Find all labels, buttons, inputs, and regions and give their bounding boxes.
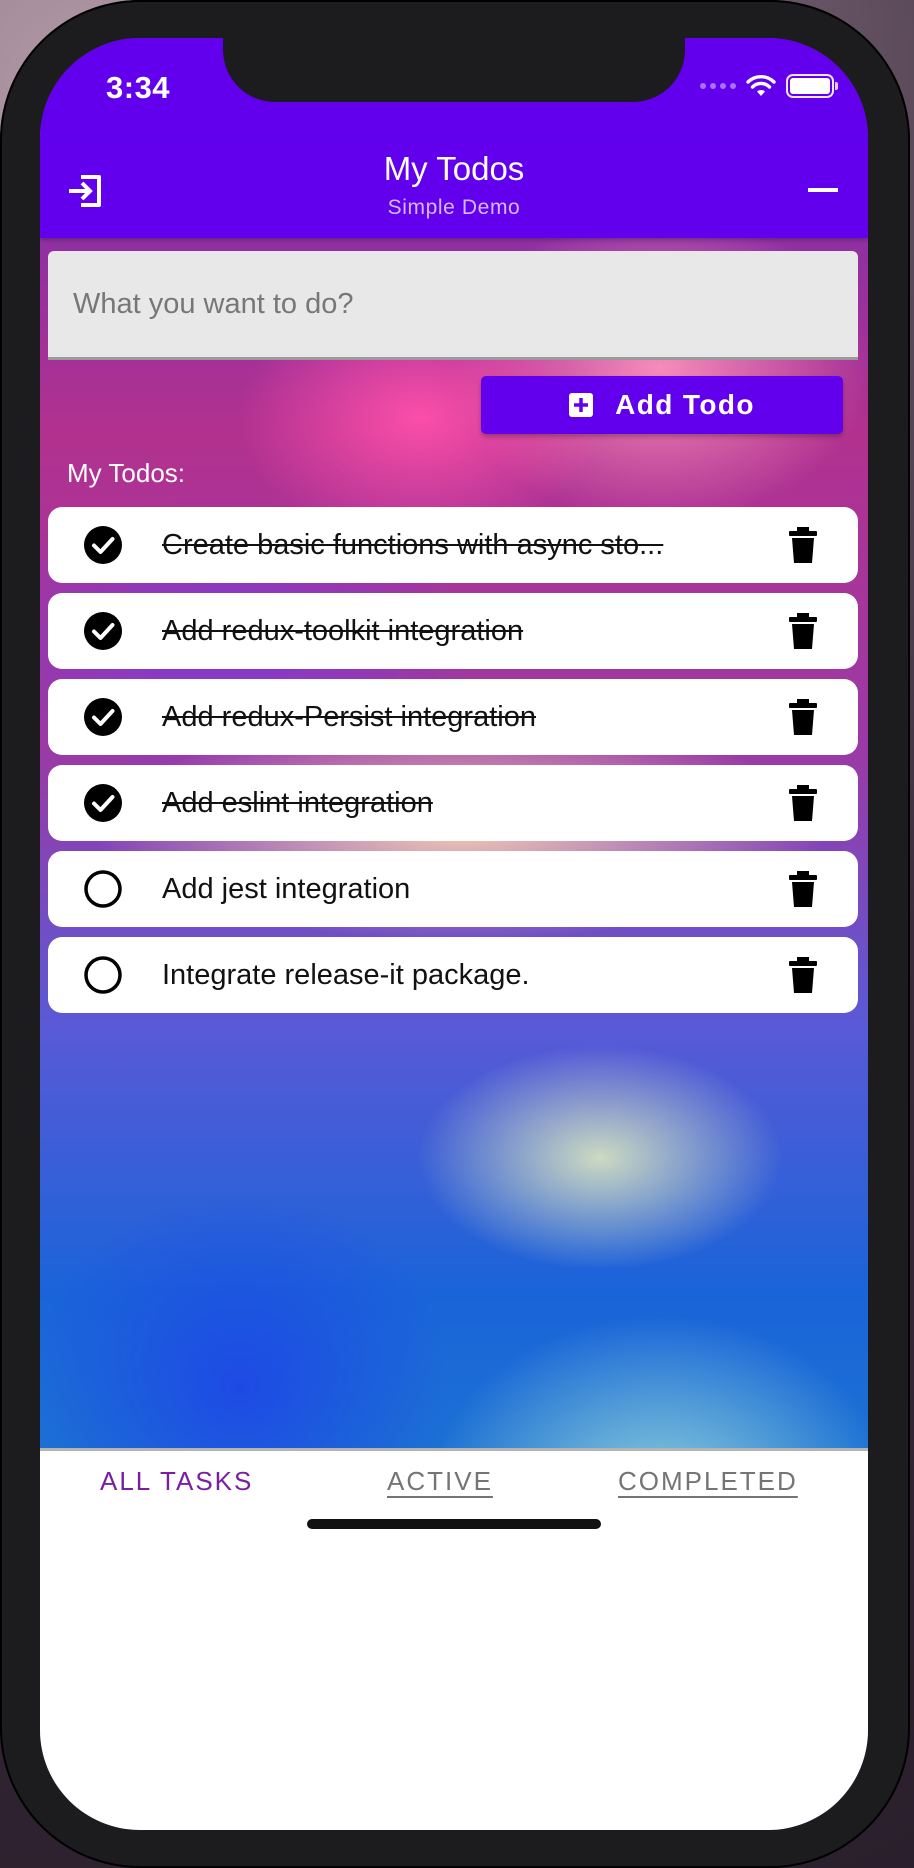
collapse-button[interactable] [800,168,846,214]
checked-circle-icon[interactable] [84,526,122,564]
cellular-signal-icon [700,83,736,89]
unchecked-circle-icon[interactable] [84,956,122,994]
notch [223,38,685,102]
add-todo-label: Add Todo [615,389,755,420]
plus-square-icon [569,393,594,417]
checked-circle-icon[interactable] [84,698,122,736]
todo-text: Integrate release-it package. [162,959,530,991]
todo-input[interactable] [48,251,858,357]
status-icons [700,74,838,98]
todo-list: Create basic functions with async sto...… [48,507,858,1023]
tab-active[interactable]: ACTIVE [387,1466,493,1506]
minus-icon [808,188,838,192]
add-todo-button[interactable]: Add Todo [481,376,843,434]
app-screen: 3:34 My Todos Simple Demo What you want … [40,38,868,1830]
checked-circle-icon[interactable] [84,784,122,822]
trash-icon[interactable] [786,871,820,907]
todo-item[interactable]: Create basic functions with async sto... [48,507,858,583]
tab-all-tasks[interactable]: ALL TASKS [100,1466,253,1506]
todo-text: Add redux-Persist integration [162,701,536,733]
todo-text: Add redux-toolkit integration [162,615,524,647]
checked-circle-icon[interactable] [84,612,122,650]
battery-icon [786,74,838,98]
trash-icon[interactable] [786,527,820,563]
page-title: My Todos [383,150,525,187]
app-bar: My Todos Simple Demo [40,138,868,238]
unchecked-circle-icon[interactable] [84,870,122,908]
page-subtitle: Simple Demo [387,196,521,219]
todo-item[interactable]: Add redux-Persist integration [48,679,858,755]
trash-icon[interactable] [786,785,820,821]
todo-item[interactable]: Add eslint integration [48,765,858,841]
home-indicator[interactable] [307,1519,601,1529]
trash-icon[interactable] [786,957,820,993]
list-heading: My Todos: [67,458,186,488]
phone-frame: 3:34 My Todos Simple Demo What you want … [0,0,910,1868]
todo-text: Create basic functions with async sto... [162,529,664,561]
status-time: 3:34 [106,70,171,105]
todo-text: Add jest integration [162,873,411,905]
trash-icon[interactable] [786,699,820,735]
todo-item[interactable]: Add redux-toolkit integration [48,593,858,669]
wifi-icon [746,75,776,96]
todo-item[interactable]: Add jest integration [48,851,858,927]
tab-completed[interactable]: COMPLETED [618,1466,798,1506]
todo-input-field [48,251,858,360]
trash-icon[interactable] [786,613,820,649]
todo-item[interactable]: Integrate release-it package. [48,937,858,1013]
filter-tab-bar: ALL TASKS ACTIVE COMPLETED [40,1448,868,1830]
todo-text: Add eslint integration [162,787,433,819]
